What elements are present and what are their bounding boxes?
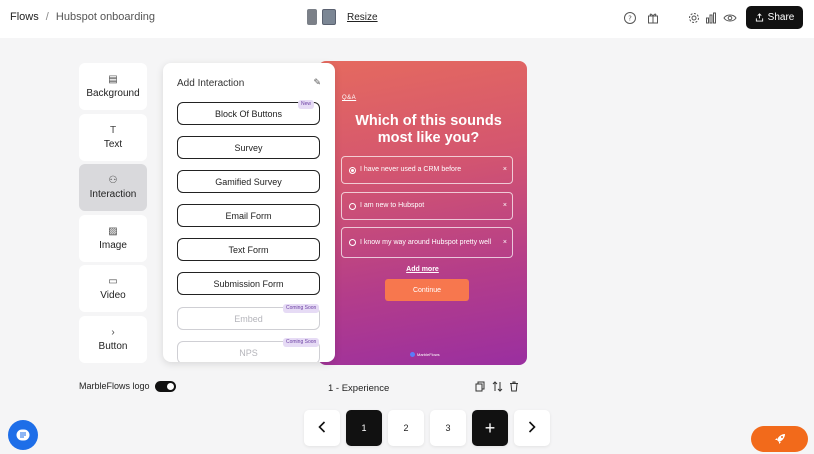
tool-video[interactable]: ▭ Video (79, 265, 147, 312)
top-bar: Flows / Hubspot onboarding Resize ? Shar… (0, 0, 814, 38)
reorder-icon[interactable] (491, 381, 503, 395)
radio-icon (349, 239, 356, 246)
tool-text[interactable]: T Text (79, 114, 147, 161)
answer-option[interactable]: I know my way around Hubspot pretty well… (341, 227, 513, 258)
upload-icon (755, 13, 763, 22)
chevron-right-icon (528, 420, 536, 436)
continue-button[interactable]: Continue (385, 279, 469, 301)
interaction-email-form[interactable]: Email Form (177, 204, 320, 227)
add-more-link[interactable]: Add more (318, 266, 527, 273)
launch-button[interactable] (751, 426, 808, 452)
chat-support-button[interactable] (8, 420, 38, 450)
panel-title: Add Interaction (177, 78, 245, 89)
next-page-button[interactable] (514, 410, 550, 446)
option-label: Gamified Survey (215, 176, 282, 187)
new-badge: New (298, 100, 315, 109)
page-button-3[interactable]: 3 (430, 410, 466, 446)
option-label: Submission Form (213, 278, 284, 289)
pencil-icon[interactable]: ✎ (313, 77, 321, 88)
add-page-button[interactable]: + (472, 410, 508, 446)
interaction-icon: ⚇ (108, 175, 118, 186)
add-interaction-panel: Add Interaction ✎ Block Of Buttons New S… (163, 63, 335, 362)
chevron-left-icon (318, 420, 326, 436)
brand-watermark: MarbleFlows (410, 352, 440, 357)
resize-link[interactable]: Resize (347, 12, 378, 23)
interaction-text-form[interactable]: Text Form (177, 238, 320, 261)
resize-control: Resize (307, 9, 378, 25)
logo-toggle[interactable] (155, 381, 176, 392)
tool-image[interactable]: ▨ Image (79, 215, 147, 262)
brand-name: MarbleFlows (417, 352, 440, 357)
remove-icon[interactable]: × (503, 238, 507, 248)
answer-text: I have never used a CRM before (360, 166, 462, 173)
experience-label: 1 - Experience (328, 383, 390, 394)
help-icon[interactable]: ? (623, 11, 637, 25)
preview-eye-icon[interactable] (723, 11, 737, 25)
preview-tag: Q&A (342, 95, 357, 101)
page-button-2[interactable]: 2 (388, 410, 424, 446)
tool-button[interactable]: › Button (79, 316, 147, 363)
remove-icon[interactable]: × (503, 165, 507, 175)
duplicate-icon[interactable] (474, 381, 486, 395)
tool-label: Background (86, 88, 140, 99)
rocket-icon (774, 434, 785, 444)
radio-selected-icon (349, 166, 356, 174)
option-label: Text Form (228, 244, 269, 255)
option-label: Email Form (225, 210, 272, 221)
preview-card: Q&A Which of this sounds most like you? … (318, 61, 527, 365)
mobile-size-icon[interactable] (307, 9, 317, 25)
background-icon: ▤ (108, 74, 118, 85)
brand-logo-icon (410, 352, 415, 357)
tool-interaction[interactable]: ⚇ Interaction (79, 164, 147, 211)
settings-icon[interactable] (687, 11, 701, 25)
answer-text: I know my way around Hubspot pretty well (360, 238, 492, 246)
breadcrumb: Flows / Hubspot onboarding (10, 11, 155, 23)
option-label: Block Of Buttons (214, 108, 283, 119)
interaction-gamified-survey[interactable]: Gamified Survey (177, 170, 320, 193)
share-button[interactable]: Share (746, 6, 803, 29)
tool-background[interactable]: ▤ Background (79, 63, 147, 110)
chat-icon (16, 429, 30, 441)
option-label: Embed (234, 313, 263, 324)
desktop-size-icon[interactable] (322, 9, 336, 25)
share-label: Share (767, 12, 795, 23)
tool-label: Interaction (89, 189, 137, 200)
answer-text: I am new to Hubspot (360, 202, 425, 209)
logo-toggle-label: MarbleFlows logo (79, 381, 150, 391)
breadcrumb-current: Hubspot onboarding (55, 11, 155, 23)
tool-label: Image (99, 240, 127, 251)
prev-page-button[interactable] (304, 410, 340, 446)
option-label: NPS (239, 347, 258, 358)
remove-icon[interactable]: × (503, 201, 507, 211)
coming-soon-badge: Coming Soon (283, 338, 320, 347)
tool-label: Button (98, 341, 128, 352)
breadcrumb-separator: / (45, 11, 49, 23)
answer-option[interactable]: I have never used a CRM before × (341, 156, 513, 184)
interaction-submission-form[interactable]: Submission Form (177, 272, 320, 295)
preview-headline: Which of this sounds most like you? (355, 113, 502, 146)
answer-option[interactable]: I am new to Hubspot × (341, 192, 513, 220)
coming-soon-badge: Coming Soon (283, 304, 320, 313)
analytics-icon[interactable] (704, 11, 718, 25)
svg-text:?: ? (628, 15, 632, 23)
radio-icon (349, 202, 356, 210)
interaction-survey[interactable]: Survey (177, 136, 320, 159)
text-icon: T (109, 125, 117, 136)
tool-label: Text (103, 139, 123, 150)
breadcrumb-root[interactable]: Flows (10, 11, 39, 23)
button-icon: › (111, 327, 115, 338)
tool-label: Video (100, 290, 126, 301)
option-label: Survey (234, 142, 263, 153)
gift-icon[interactable] (646, 11, 660, 25)
video-icon: ▭ (108, 276, 118, 287)
page-button-1[interactable]: 1 (346, 410, 382, 446)
delete-icon[interactable] (508, 381, 520, 395)
image-icon: ▨ (108, 226, 118, 237)
